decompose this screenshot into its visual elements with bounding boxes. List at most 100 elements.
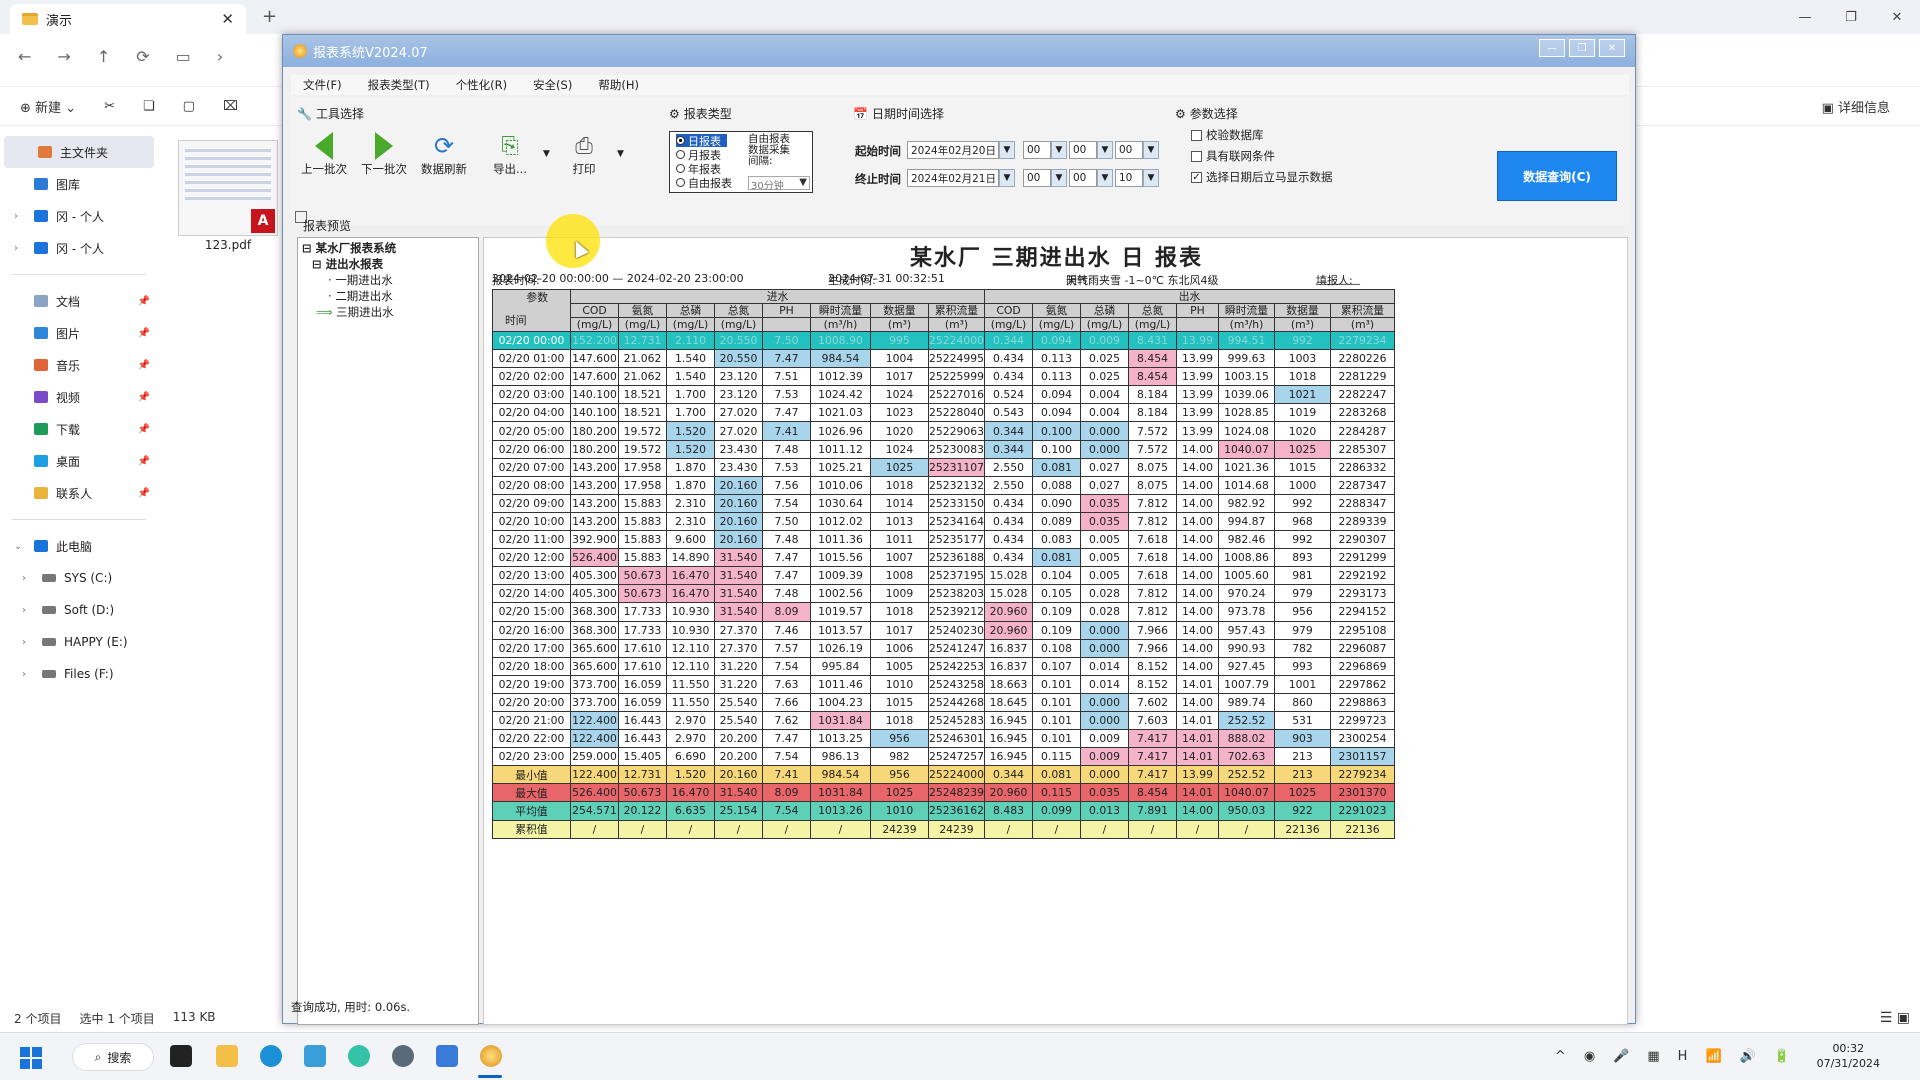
chevron-right-icon[interactable]: › xyxy=(22,605,26,616)
tray-icon-7[interactable]: 🔋 xyxy=(1774,1049,1790,1064)
chevron-right-icon[interactable]: › xyxy=(22,637,26,648)
table-row[interactable]: 02/20 15:00 368.300 17.733 10.930 31.540 8.09… xyxy=(492,602,1395,622)
table-row[interactable]: 02/20 13:00 405.300 50.673 16.470 31.540 7.47… xyxy=(492,566,1395,586)
tree-root[interactable]: ⊟ 某水厂报表系统 xyxy=(302,240,396,256)
table-row[interactable]: 02/20 01:00 147.600 21.062 1.540 20.550 7.47 9… xyxy=(492,349,1395,369)
end-minute-field[interactable]: 00 xyxy=(1069,169,1097,187)
up-icon[interactable]: ↑ xyxy=(97,47,110,66)
export-dropdown-icon[interactable]: ▼ xyxy=(543,149,550,159)
refresh-icon[interactable]: ⟳ xyxy=(136,47,149,66)
sidebar-item-pinned-3[interactable]: 视频 📌 xyxy=(0,381,158,413)
table-row[interactable]: 02/20 23:00 259.000 15.405 6.690 20.200 7.54 9… xyxy=(492,747,1395,767)
end-hour-dropdown-icon[interactable]: ▼ xyxy=(1051,169,1067,187)
minimize-icon[interactable]: — xyxy=(1782,0,1828,34)
tray-icon-2[interactable]: 🎤 xyxy=(1613,1049,1629,1064)
settings-icon[interactable] xyxy=(392,1045,414,1067)
sidebar-item-drive-1[interactable]: › Soft (D:) xyxy=(0,594,158,626)
copy-icon[interactable]: ❏ xyxy=(143,99,155,114)
table-row[interactable]: 02/20 07:00 143.200 17.958 1.870 23.430 7.53 1… xyxy=(492,457,1395,477)
table-row[interactable]: 02/20 03:00 140.100 18.521 1.700 23.120 7.53 1… xyxy=(492,385,1395,405)
app-close-icon[interactable]: ✕ xyxy=(1599,39,1625,57)
start-second-field[interactable]: 00 xyxy=(1115,141,1143,159)
sidebar-item-quick-1[interactable]: 图库 xyxy=(0,168,158,200)
chevron-down-icon[interactable]: ⌄ xyxy=(14,541,22,552)
tray-icon-0[interactable]: ^ xyxy=(1555,1049,1566,1064)
chevron-right-icon[interactable]: › xyxy=(22,573,26,584)
sidebar-item-pinned-5[interactable]: 桌面 📌 xyxy=(0,445,158,477)
menu-item-3[interactable]: 安全(S) xyxy=(533,77,572,93)
table-row[interactable]: 02/20 14:00 405.300 50.673 16.470 31.540 7.48… xyxy=(492,584,1395,604)
table-row[interactable]: 02/20 21:00 122.400 16.443 2.970 25.540 7.62 1… xyxy=(492,710,1395,731)
explorer-tab[interactable]: 演示 ✕ xyxy=(10,4,246,34)
table-row[interactable]: 02/20 09:00 143.200 15.883 2.310 20.160 7.54 1… xyxy=(492,493,1395,513)
maximize-icon[interactable]: ❐ xyxy=(1828,0,1874,34)
table-row[interactable]: 02/20 10:00 143.200 15.883 2.310 20.160 7.50 1… xyxy=(492,511,1395,532)
chevron-right-icon[interactable]: › xyxy=(22,669,26,680)
start-minute-field[interactable]: 00 xyxy=(1069,141,1097,159)
table-row[interactable]: 02/20 12:00 526.400 15.883 14.890 31.540 7.47… xyxy=(492,548,1395,568)
table-row[interactable]: 02/20 04:00 140.100 18.521 1.700 27.020 7.47 1… xyxy=(492,403,1395,423)
close-icon[interactable]: ✕ xyxy=(1874,0,1920,34)
sidebar-item-pinned-6[interactable]: 联系人 📌 xyxy=(0,477,158,509)
table-row[interactable]: 02/20 22:00 122.400 16.443 2.970 20.200 7.47 1… xyxy=(492,729,1395,749)
tray-icon-6[interactable]: 🔊 xyxy=(1740,1049,1756,1064)
print-button[interactable]: ⎙ 打印 xyxy=(555,131,613,177)
taskbar-search[interactable]: ⌕ 搜索 xyxy=(72,1043,154,1071)
end-minute-dropdown-icon[interactable]: ▼ xyxy=(1097,169,1113,187)
start-button[interactable] xyxy=(20,1047,42,1069)
sidebar-item-quick-0[interactable]: 主文件夹 xyxy=(4,136,154,168)
table-row[interactable]: 02/20 16:00 368.300 17.733 10.930 27.370 7.46… xyxy=(492,620,1395,640)
tree-item-phase3[interactable]: ⟹ 三期进出水 xyxy=(316,304,394,320)
menu-item-2[interactable]: 个性化(R) xyxy=(456,77,507,93)
tree-group[interactable]: ⊟ 进出水报表 xyxy=(312,256,383,272)
tree-item-phase2[interactable]: · 二期进出水 xyxy=(328,288,393,304)
sidebar-item-pinned-1[interactable]: 图片 📌 xyxy=(0,317,158,349)
table-row[interactable]: 02/20 05:00 180.200 19.572 1.520 27.020 7.41 1… xyxy=(492,421,1395,441)
app-maximize-icon[interactable]: ❐ xyxy=(1569,39,1595,57)
table-row[interactable]: 02/20 08:00 143.200 17.958 1.870 20.160 7.56 1… xyxy=(492,475,1395,495)
close-tab-icon[interactable]: ✕ xyxy=(221,10,234,28)
start-second-dropdown-icon[interactable]: ▼ xyxy=(1143,141,1159,159)
tray-icon-3[interactable]: ▦ xyxy=(1647,1049,1659,1064)
check-show-immediately[interactable]: ✓ 选择日期后立马显示数据 xyxy=(1191,169,1333,185)
start-date-field[interactable]: 2024年02月20日 xyxy=(907,141,999,159)
radio-monthly[interactable]: 月报表 xyxy=(676,148,721,162)
check-network[interactable]: 具有联网条件 xyxy=(1191,148,1275,164)
sidebar-item-drive-2[interactable]: › HAPPY (E:) xyxy=(0,626,158,658)
app-icon[interactable] xyxy=(304,1045,326,1067)
export-button[interactable]: ⎘ 导出... xyxy=(481,131,539,177)
end-second-field[interactable]: 10 xyxy=(1115,169,1143,187)
table-row[interactable]: 02/20 00:00 152.200 12.731 2.110 20.550 7.50 1… xyxy=(492,330,1395,351)
interval-select[interactable]: 30分钟 ▼ xyxy=(748,176,810,192)
end-second-dropdown-icon[interactable]: ▼ xyxy=(1143,169,1159,187)
new-tab-button[interactable]: + xyxy=(262,6,277,27)
task-view-icon[interactable] xyxy=(170,1045,192,1067)
data-query-button[interactable]: 数据查询(C) xyxy=(1497,151,1617,201)
edge-icon[interactable] xyxy=(260,1045,282,1067)
print-dropdown-icon[interactable]: ▼ xyxy=(617,149,624,159)
table-row[interactable]: 02/20 02:00 147.600 21.062 1.540 23.120 7.51 1… xyxy=(492,367,1395,387)
chevron-right-icon[interactable]: › xyxy=(14,211,18,222)
tree-item-phase1[interactable]: · 一期进出水 xyxy=(328,272,393,288)
start-hour-dropdown-icon[interactable]: ▼ xyxy=(1051,141,1067,159)
sidebar-item-drive-3[interactable]: › Files (F:) xyxy=(0,658,158,690)
end-date-field[interactable]: 2024年02月21日 xyxy=(907,169,999,187)
menu-item-0[interactable]: 文件(F) xyxy=(303,77,342,93)
sidebar-item-drive-0[interactable]: › SYS (C:) xyxy=(0,562,158,594)
app-minimize-icon[interactable]: — xyxy=(1539,39,1565,57)
tray-icon-4[interactable]: H xyxy=(1678,1049,1688,1064)
pc-icon[interactable]: ▭ xyxy=(176,47,191,66)
file-explorer-icon[interactable] xyxy=(216,1045,238,1067)
sidebar-item-pinned-0[interactable]: 文档 📌 xyxy=(0,285,158,317)
table-row[interactable]: 02/20 18:00 365.600 17.610 12.110 31.220 7.54… xyxy=(492,656,1395,676)
start-date-dropdown-icon[interactable]: ▼ xyxy=(999,141,1015,159)
next-batch-button[interactable]: 下一批次 xyxy=(355,131,413,177)
start-hour-field[interactable]: 00 xyxy=(1023,141,1051,159)
cut-icon[interactable]: ✂ xyxy=(104,99,115,114)
table-row[interactable]: 02/20 06:00 180.200 19.572 1.520 23.430 7.48 1… xyxy=(492,439,1395,459)
report-app-icon[interactable] xyxy=(480,1045,502,1067)
prev-batch-button[interactable]: 上一批次 xyxy=(295,131,353,177)
media-icon[interactable] xyxy=(348,1045,370,1067)
forward-icon[interactable]: → xyxy=(57,47,70,66)
start-minute-dropdown-icon[interactable]: ▼ xyxy=(1097,141,1113,159)
